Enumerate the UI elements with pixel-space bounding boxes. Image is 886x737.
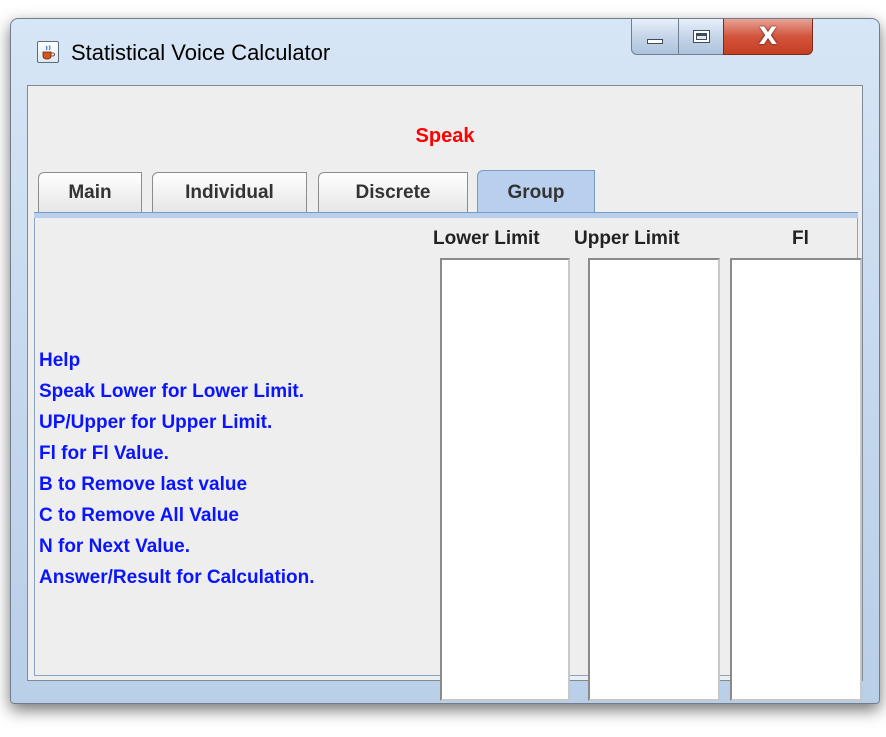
group-tab-panel: Lower Limit Upper Limit Fl Help Speak Lo…	[34, 218, 862, 701]
help-line-calculate: Answer/Result for Calculation.	[39, 567, 315, 588]
lower-limit-header: Lower Limit	[433, 228, 540, 249]
fl-list[interactable]	[730, 258, 862, 701]
minimize-button[interactable]	[631, 19, 679, 55]
help-text-block: Help Speak Lower for Lower Limit. UP/Upp…	[39, 345, 315, 593]
lower-limit-list[interactable]	[440, 258, 570, 701]
minimize-icon	[647, 39, 663, 44]
upper-limit-header: Upper Limit	[574, 228, 680, 249]
help-line-next: N for Next Value.	[39, 536, 190, 557]
help-line-remove-last: B to Remove last value	[39, 474, 248, 495]
close-button[interactable]: X	[723, 19, 813, 55]
content-pane: Speak Main Individual Discrete Group Low…	[27, 85, 863, 701]
window-title: Statistical Voice Calculator	[71, 40, 331, 65]
help-line-remove-all: C to Remove All Value	[39, 505, 239, 526]
tab-group[interactable]: Group	[477, 170, 595, 214]
app-window: Statistical Voice Calculator X Speak Mai…	[10, 18, 880, 704]
maximize-button[interactable]	[678, 19, 724, 55]
tab-main[interactable]: Main	[38, 172, 142, 212]
help-line-upper: UP/Upper for Upper Limit.	[39, 412, 273, 433]
help-line-lower: Speak Lower for Lower Limit.	[39, 381, 304, 402]
help-title: Help	[39, 350, 81, 371]
speak-status-label: Speak	[415, 125, 475, 147]
help-line-fl: Fl for Fl Value.	[39, 443, 169, 464]
tab-individual[interactable]: Individual	[152, 172, 307, 212]
java-cup-icon[interactable]	[37, 41, 59, 63]
upper-limit-list[interactable]	[588, 258, 720, 701]
close-icon: X	[758, 22, 778, 50]
tab-discrete[interactable]: Discrete	[318, 172, 468, 212]
fl-header: Fl	[792, 228, 809, 249]
title-bar[interactable]: Statistical Voice Calculator X	[11, 19, 879, 83]
maximize-icon	[693, 30, 710, 43]
